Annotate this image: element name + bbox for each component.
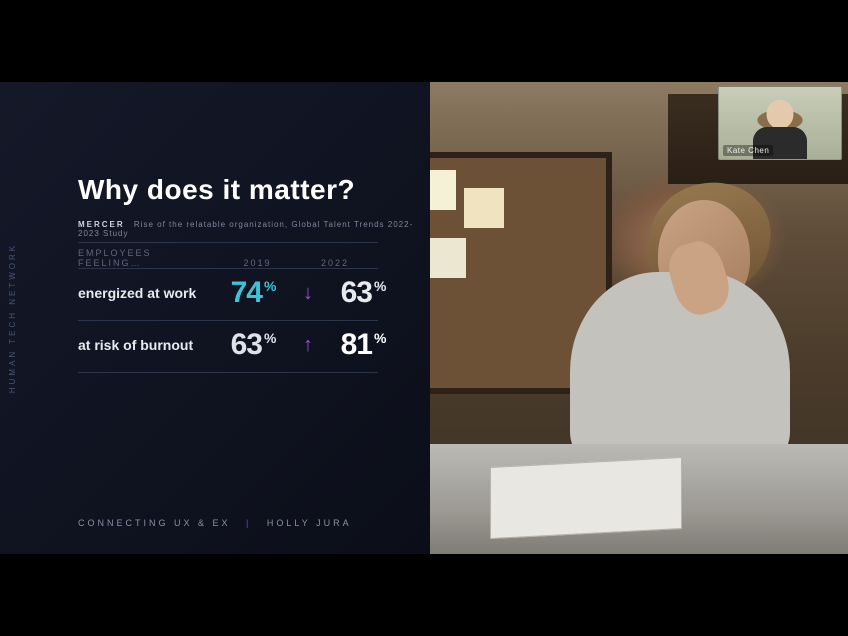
table-row: at risk of burnout 63% ↑ 81% bbox=[78, 328, 406, 362]
photo-sticky-note bbox=[430, 170, 456, 210]
photo-sticky-note bbox=[464, 188, 504, 228]
participant-video-tile[interactable]: Kate Chen bbox=[718, 86, 842, 160]
divider bbox=[78, 372, 378, 373]
metric-label: at risk of burnout bbox=[78, 337, 210, 353]
value-2022: 81% bbox=[320, 328, 406, 362]
metric-label: energized at work bbox=[78, 285, 210, 301]
slide-source: MERCER Rise of the relatable organizatio… bbox=[78, 220, 430, 238]
trend-arrow-up-icon: ↑ bbox=[296, 334, 320, 357]
value-2019: 63% bbox=[210, 328, 296, 362]
divider bbox=[78, 242, 378, 243]
trend-arrow-down-icon: ↓ bbox=[296, 282, 320, 305]
source-note: Rise of the relatable organization, Glob… bbox=[78, 220, 413, 238]
slide-footer: CONNECTING UX & EX | HOLLY JURA bbox=[78, 518, 352, 528]
col-label-2019: 2019 bbox=[215, 258, 301, 268]
value-2022: 63% bbox=[320, 276, 406, 310]
col-label-2022: 2022 bbox=[305, 258, 365, 268]
value-2019: 74% bbox=[210, 276, 296, 310]
footer-separator: | bbox=[246, 518, 251, 528]
photo-sticky-note bbox=[430, 238, 466, 278]
shared-screen-video[interactable]: HUMAN TECH NETWORK Why does it matter? M… bbox=[0, 82, 848, 554]
slide-side-label: HUMAN TECH NETWORK bbox=[8, 243, 17, 393]
presentation-slide: HUMAN TECH NETWORK Why does it matter? M… bbox=[0, 82, 430, 554]
participant-name-badge: Kate Chen bbox=[723, 145, 773, 156]
footer-left: CONNECTING UX & EX bbox=[78, 518, 231, 528]
col-label-metric: EMPLOYEES FEELING… bbox=[78, 248, 210, 268]
footer-right: HOLLY JURA bbox=[267, 518, 352, 528]
divider bbox=[78, 268, 378, 269]
table-header: EMPLOYEES FEELING… 2019 2022 bbox=[78, 248, 365, 268]
screenshot-root: { "participant": { "name": "Kate Chen" }… bbox=[0, 0, 848, 636]
divider bbox=[78, 320, 378, 321]
photo-paper bbox=[490, 457, 682, 539]
source-brand: MERCER bbox=[78, 220, 125, 229]
slide-title: Why does it matter? bbox=[78, 174, 355, 206]
table-row: energized at work 74% ↓ 63% bbox=[78, 276, 406, 310]
